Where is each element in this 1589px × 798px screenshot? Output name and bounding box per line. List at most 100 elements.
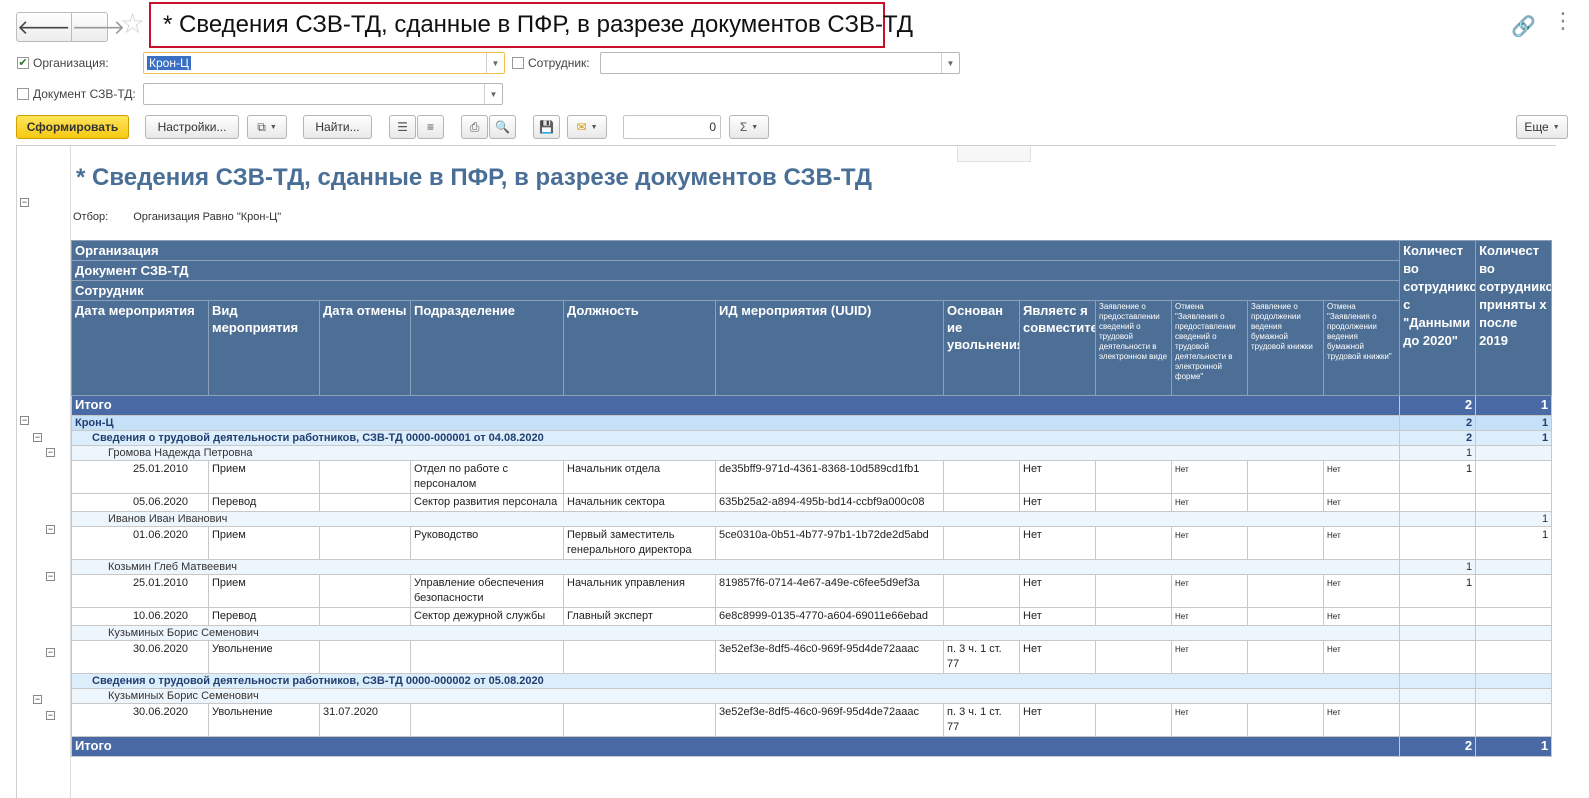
- total-label: Итого: [70, 736, 1401, 757]
- col-event-type: Вид мероприятия: [208, 300, 320, 396]
- emp-count-before-2020: 1: [1399, 445, 1477, 461]
- employee-group-row[interactable]: Кузьминых Борис Семенович: [70, 625, 1553, 641]
- count-before-2020: 1: [1399, 460, 1477, 494]
- document-field[interactable]: ▼: [143, 83, 503, 105]
- collapse-employee-icon[interactable]: −: [46, 525, 55, 534]
- employee-group-row[interactable]: Громова Надежда Петровна 1: [70, 445, 1553, 461]
- electronic-application: [1095, 703, 1172, 737]
- count-after-2019: [1475, 574, 1553, 608]
- chevron-down-icon[interactable]: ▼: [486, 53, 504, 73]
- electronic-application: [1095, 493, 1172, 512]
- document-group-row[interactable]: Сведения о трудовой деятельности работни…: [70, 430, 1553, 446]
- paper-application-cancel: Нет: [1322, 493, 1401, 512]
- organization-group-row[interactable]: Крон-Ц 2 1: [70, 415, 1553, 431]
- paper-application: [1247, 703, 1324, 737]
- settings-button[interactable]: Настройки...: [145, 115, 239, 139]
- email-button[interactable]: ✉ ▼: [567, 115, 607, 139]
- chevron-down-icon[interactable]: ▼: [484, 84, 502, 104]
- count-after-2019: [1475, 640, 1553, 674]
- event-row: 05.06.2020 Перевод Сектор развития персона…: [71, 493, 1553, 512]
- find-button[interactable]: Найти...: [303, 115, 372, 139]
- more-button[interactable]: Еще ▼: [1516, 115, 1568, 139]
- event-date: 25.01.2010: [71, 460, 209, 494]
- sum-button[interactable]: Σ ▼: [729, 115, 769, 139]
- col-paper-application-cancel: Отмена "Заявления о продолжении ведения …: [1322, 300, 1401, 396]
- electronic-application: [1095, 640, 1172, 674]
- event-row: 10.06.2020 Перевод Сектор дежурной службы Г…: [71, 607, 1553, 626]
- sum-field[interactable]: 0: [623, 115, 721, 139]
- sigma-icon: Σ: [739, 120, 748, 134]
- part-time: Нет: [1019, 703, 1096, 737]
- count-after-2019: [1475, 460, 1553, 494]
- collapse-doc-icon[interactable]: −: [33, 433, 42, 442]
- total-count-before-2020: 2: [1399, 395, 1477, 416]
- employee-group-row[interactable]: Козьмин Глеб Матвеевич 1: [70, 559, 1553, 575]
- part-time: Нет: [1019, 574, 1096, 608]
- count-after-2019: [1475, 607, 1553, 626]
- dismissal-reason: п. 3 ч. 1 ст. 77: [943, 703, 1020, 737]
- collapse-groups-button[interactable]: ≡: [417, 115, 444, 139]
- doc-count-before-2020: [1399, 673, 1477, 689]
- organization-checkbox[interactable]: ✔: [17, 57, 29, 69]
- employee-filter-label[interactable]: Сотрудник:: [512, 53, 590, 73]
- document-filter-label[interactable]: Документ СЗВ-ТД:: [17, 84, 136, 104]
- emp-count-after-2019: [1475, 625, 1553, 641]
- forward-arrow-icon[interactable]: 🡒: [70, 13, 125, 41]
- emp-count-after-2019: 1: [1475, 511, 1553, 527]
- link-icon[interactable]: 🔗: [1511, 14, 1536, 39]
- copy-icon: ⧉: [257, 119, 266, 134]
- event-uuid: 6e8c8999-0135-4770-a604-69011e66ebad: [715, 607, 944, 626]
- save-button[interactable]: 💾: [533, 115, 560, 139]
- generate-button[interactable]: Сформировать: [16, 115, 129, 139]
- organization-filter-label[interactable]: ✔ Организация:: [17, 53, 109, 73]
- col-paper-application: Заявление о продолжении ведения бумажной…: [1247, 300, 1324, 396]
- employee-name: Громова Надежда Петровна: [70, 445, 1401, 461]
- employee-checkbox[interactable]: [512, 57, 524, 69]
- position: Начальник сектора: [563, 493, 716, 512]
- document-checkbox[interactable]: [17, 88, 29, 100]
- event-date: 30.06.2020: [71, 703, 209, 737]
- count-before-2020: [1399, 526, 1477, 560]
- document-name: Сведения о трудовой деятельности работни…: [70, 673, 1401, 689]
- dismissal-reason: [943, 574, 1020, 608]
- position: Начальник отдела: [563, 460, 716, 494]
- event-row: 30.06.2020 Увольнение 3e52ef3e-8df5-46c0-9…: [71, 640, 1553, 674]
- employee-name: Кузьминых Борис Семенович: [70, 625, 1401, 641]
- collapse-employee-icon[interactable]: −: [46, 448, 55, 457]
- emp-count-before-2020: [1399, 511, 1477, 527]
- event-date: 25.01.2010: [71, 574, 209, 608]
- department: Отдел по работе с персоналом: [410, 460, 564, 494]
- event-row: 25.01.2010 Прием Отдел по работе с персона…: [71, 460, 1553, 494]
- paper-application: [1247, 460, 1324, 494]
- back-arrow-icon[interactable]: 🡐: [17, 13, 71, 41]
- employee-name: Кузьминых Борис Семенович: [70, 688, 1401, 704]
- collapse-employee-icon[interactable]: −: [46, 711, 55, 720]
- electronic-application-cancel: Нет: [1171, 493, 1248, 512]
- star-icon[interactable]: ☆: [120, 10, 145, 38]
- variants-button[interactable]: ⧉ ▼: [247, 115, 287, 139]
- collapse-doc-icon[interactable]: −: [33, 695, 42, 704]
- collapse-org-icon[interactable]: −: [20, 416, 29, 425]
- collapse-header-icon[interactable]: −: [20, 198, 29, 207]
- collapse-employee-icon[interactable]: −: [46, 572, 55, 581]
- collapse-employee-icon[interactable]: −: [46, 648, 55, 657]
- total-count-after-2019: 1: [1475, 736, 1553, 757]
- bottom-total-row: Итого 2 1: [70, 736, 1553, 757]
- department: Руководство: [410, 526, 564, 560]
- chevron-down-icon[interactable]: ▼: [941, 53, 959, 73]
- document-group-row[interactable]: Сведения о трудовой деятельности работни…: [70, 673, 1553, 689]
- employee-name: Иванов Иван Иванович: [70, 511, 1401, 527]
- more-vertical-icon[interactable]: ⋮: [1552, 10, 1574, 32]
- employee-field[interactable]: ▼: [600, 52, 960, 74]
- electronic-application-cancel: Нет: [1171, 607, 1248, 626]
- organization-field[interactable]: Крон-Ц ▼: [143, 52, 505, 74]
- report-tab: [957, 146, 1031, 162]
- print-button[interactable]: ⎙: [461, 115, 488, 139]
- paper-application-cancel: Нет: [1322, 526, 1401, 560]
- employee-group-row[interactable]: Кузьминых Борис Семенович: [70, 688, 1553, 704]
- employee-group-row[interactable]: Иванов Иван Иванович 1: [70, 511, 1553, 527]
- event-type: Увольнение: [208, 703, 320, 737]
- preview-button[interactable]: 🔍: [489, 115, 516, 139]
- expand-groups-button[interactable]: ☰: [389, 115, 416, 139]
- part-time: Нет: [1019, 640, 1096, 674]
